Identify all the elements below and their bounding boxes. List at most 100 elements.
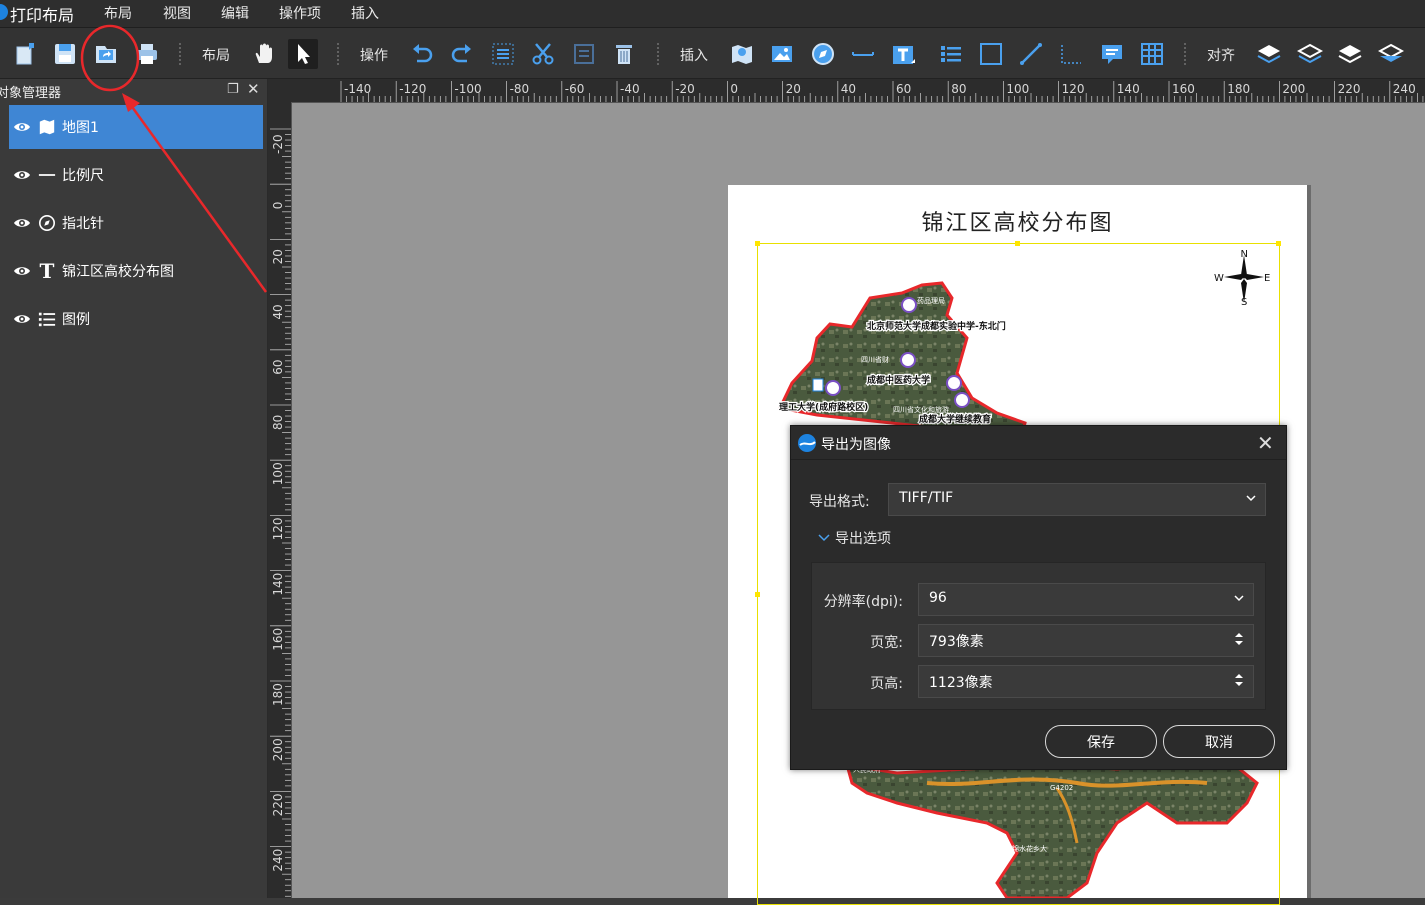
visibility-eye-icon[interactable] [13, 214, 31, 232]
insert-map-button[interactable] [727, 39, 757, 69]
bring-to-front-button[interactable] [1254, 39, 1284, 69]
app-title: 打印布局 [10, 6, 75, 25]
ruler-label: -20 [271, 134, 285, 154]
delete-button[interactable] [609, 39, 639, 69]
insert-polyline-button[interactable] [1056, 39, 1086, 69]
insert-north-arrow-button[interactable] [808, 39, 838, 69]
export-image-icon [96, 46, 116, 63]
chevron-down-icon [818, 534, 830, 542]
insert-scale-bar-button[interactable] [848, 39, 878, 69]
ruler-label: -100 [454, 82, 481, 96]
copy-button[interactable] [569, 39, 599, 69]
layer-item-scale-bar[interactable]: 比例尺 [9, 153, 263, 197]
close-icon[interactable]: ✕ [1257, 431, 1274, 455]
float-panel-icon[interactable]: ❐ [227, 82, 239, 97]
ruler-label: 200 [271, 738, 285, 761]
send-to-back-button[interactable] [1376, 39, 1406, 69]
spin-arrows-icon[interactable] [1233, 632, 1245, 646]
scissors-icon [532, 43, 554, 65]
menu-layout[interactable]: 布局 [104, 3, 132, 23]
ruler-ticks: -140 -120 -100 -80 -60 -40 -20 0 20 40 60 80 100 120 1… [340, 81, 1424, 102]
print-icon [137, 44, 157, 64]
visibility-eye-icon[interactable] [13, 262, 31, 280]
layer-item-legend[interactable]: 图例 [9, 297, 263, 341]
menu-operations[interactable]: 操作项 [279, 3, 321, 23]
toolbar: 布局 操作 插入 对齐 [0, 28, 1425, 79]
page-height-label: 页高: [870, 676, 903, 692]
resize-handle[interactable] [1015, 241, 1020, 246]
layer-label: 图例 [62, 312, 90, 328]
redo-button[interactable] [447, 39, 477, 69]
menu-view[interactable]: 视图 [163, 3, 191, 23]
north-arrow[interactable]: N S W E [1212, 247, 1274, 309]
insert-line-button[interactable] [1016, 39, 1046, 69]
ruler-label: 240 [271, 849, 285, 872]
callout-icon [1102, 45, 1122, 64]
close-panel-icon[interactable]: ✕ [247, 80, 260, 98]
insert-table-button[interactable] [1137, 39, 1167, 69]
pan-tool-button[interactable] [249, 39, 279, 69]
send-backward-button[interactable] [1335, 39, 1365, 69]
toolbar-grip [178, 42, 182, 66]
page-title-text[interactable]: 锦江区高校分布图 [728, 205, 1307, 237]
legend-icon [941, 46, 961, 62]
select-all-icon [492, 43, 514, 65]
insert-callout-button[interactable] [1097, 39, 1127, 69]
layer-item-north-arrow[interactable]: 指北针 [9, 201, 263, 245]
select-tool-button[interactable] [288, 39, 318, 69]
toolbar-grip [1183, 42, 1187, 66]
ruler-label: 220 [271, 793, 285, 816]
export-image-dialog: 导出为图像 ✕ 导出格式: TIFF/TIF 导出选项 分辨率(dpi): 96… [790, 425, 1287, 770]
format-select[interactable]: TIFF/TIF [888, 483, 1266, 516]
cancel-button[interactable]: 取消 [1163, 725, 1275, 758]
insert-legend-button[interactable] [936, 39, 966, 69]
menu-insert[interactable]: 插入 [351, 3, 379, 23]
select-all-button[interactable] [488, 39, 518, 69]
horizontal-ruler: -140 -120 -100 -80 -60 -40 -20 0 20 40 60 80 100 120 1… [268, 79, 1425, 103]
ruler-label: 100 [1006, 82, 1029, 96]
undo-icon [413, 44, 433, 63]
resize-handle[interactable] [1276, 241, 1281, 246]
vertical-ruler: -20 0 20 40 60 80 100 120 140 160 180 200 220 240 [268, 102, 292, 898]
undo-button[interactable] [407, 39, 437, 69]
save-icon [55, 44, 75, 64]
save-button[interactable] [50, 39, 80, 69]
menu-edit[interactable]: 编辑 [221, 3, 249, 23]
visibility-eye-icon[interactable] [13, 166, 31, 184]
rectangle-icon [980, 43, 1002, 65]
insert-rectangle-button[interactable] [976, 39, 1006, 69]
ruler-label: 20 [786, 82, 801, 96]
scale-bar-icon [37, 165, 57, 185]
resize-handle[interactable] [755, 592, 760, 597]
visibility-eye-icon[interactable] [13, 118, 31, 136]
compass-east-label: E [1264, 273, 1270, 284]
insert-text-button[interactable] [888, 39, 918, 69]
page-height-spinbox[interactable]: 1123像素 [918, 665, 1254, 698]
ruler-ticks: -20 0 20 40 60 80 100 120 140 160 180 200 220 240 [270, 128, 291, 897]
page-height-value: 1123像素 [929, 675, 993, 691]
export-image-button[interactable] [91, 39, 121, 69]
print-button[interactable] [132, 39, 162, 69]
ruler-label: 60 [271, 360, 285, 375]
ruler-label: 40 [841, 82, 856, 96]
map-icon [37, 117, 57, 137]
ruler-label: -120 [399, 82, 426, 96]
export-options-toggle[interactable]: 导出选项 [817, 528, 891, 548]
page-width-spinbox[interactable]: 793像素 [918, 624, 1254, 657]
spin-arrows-icon[interactable] [1233, 673, 1245, 687]
resize-handle[interactable] [755, 241, 760, 246]
visibility-eye-icon[interactable] [13, 310, 31, 328]
cut-button[interactable] [528, 39, 558, 69]
new-layout-button[interactable] [10, 39, 40, 69]
layer-bottom-icon [1378, 43, 1404, 62]
layer-item-map[interactable]: 地图1 [9, 105, 263, 149]
layer-item-title-text[interactable]: T 锦江区高校分布图 [9, 249, 263, 293]
dpi-select[interactable]: 96 [918, 583, 1254, 616]
text-box-icon [893, 46, 915, 64]
layout-group-label: 布局 [202, 48, 230, 64]
save-button[interactable]: 保存 [1045, 725, 1157, 758]
insert-picture-button[interactable] [767, 39, 797, 69]
bring-forward-button[interactable] [1295, 39, 1325, 69]
ruler-label: 0 [271, 202, 285, 210]
hand-icon [255, 43, 272, 63]
